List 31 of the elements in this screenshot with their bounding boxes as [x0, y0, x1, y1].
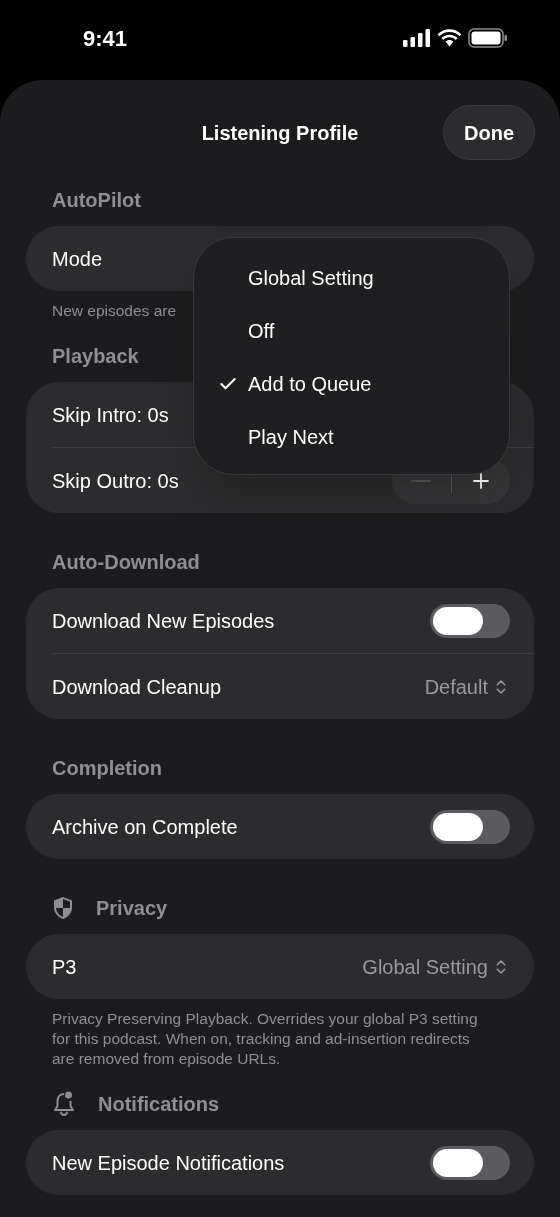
toggle-switch[interactable]: [430, 1145, 510, 1180]
picker-button[interactable]: Default: [424, 671, 510, 702]
row-label: P3: [52, 954, 77, 980]
sheet-title: Listening Profile: [201, 120, 359, 146]
toggle-switch[interactable]: [430, 603, 510, 638]
status-time: 9:41: [83, 24, 128, 53]
menu-item[interactable]: Play Next: [194, 410, 509, 463]
toggle-switch[interactable]: [430, 809, 510, 844]
row-label: New Episode Notifications: [52, 1150, 285, 1176]
row-label: Skip Intro: 0s: [52, 402, 169, 428]
section-header: Completion: [52, 756, 162, 780]
menu-item[interactable]: Add to Queue: [194, 357, 509, 410]
signal-icon: [403, 29, 431, 47]
section-header: Notifications: [98, 1092, 220, 1116]
section-header: Privacy: [96, 896, 168, 920]
section-header: Playback: [52, 344, 139, 368]
bell-icon: [52, 1091, 76, 1117]
wifi-icon: [437, 29, 462, 47]
row-label: Download Cleanup: [52, 674, 221, 700]
section-footer: Privacy Preserving Playback. Overrides your global P3 setting for this podcast. When on, tracking and ad-insertion redirects are removed from episode URLs.: [0, 1009, 560, 1069]
row-label: Skip Outro: 0s: [52, 468, 179, 494]
section-header: Auto-Download: [52, 550, 200, 574]
picker-button[interactable]: Global Setting: [362, 951, 510, 982]
battery-icon: [468, 28, 508, 48]
shield-icon: [52, 896, 74, 920]
row-label: Archive on Complete: [52, 814, 238, 840]
section-header: AutoPilot: [52, 188, 141, 212]
done-button[interactable]: Done: [443, 105, 535, 160]
menu-item[interactable]: Global Setting: [194, 251, 509, 304]
row-label: Download New Episodes: [52, 608, 275, 634]
row-label: Mode: [52, 246, 103, 272]
